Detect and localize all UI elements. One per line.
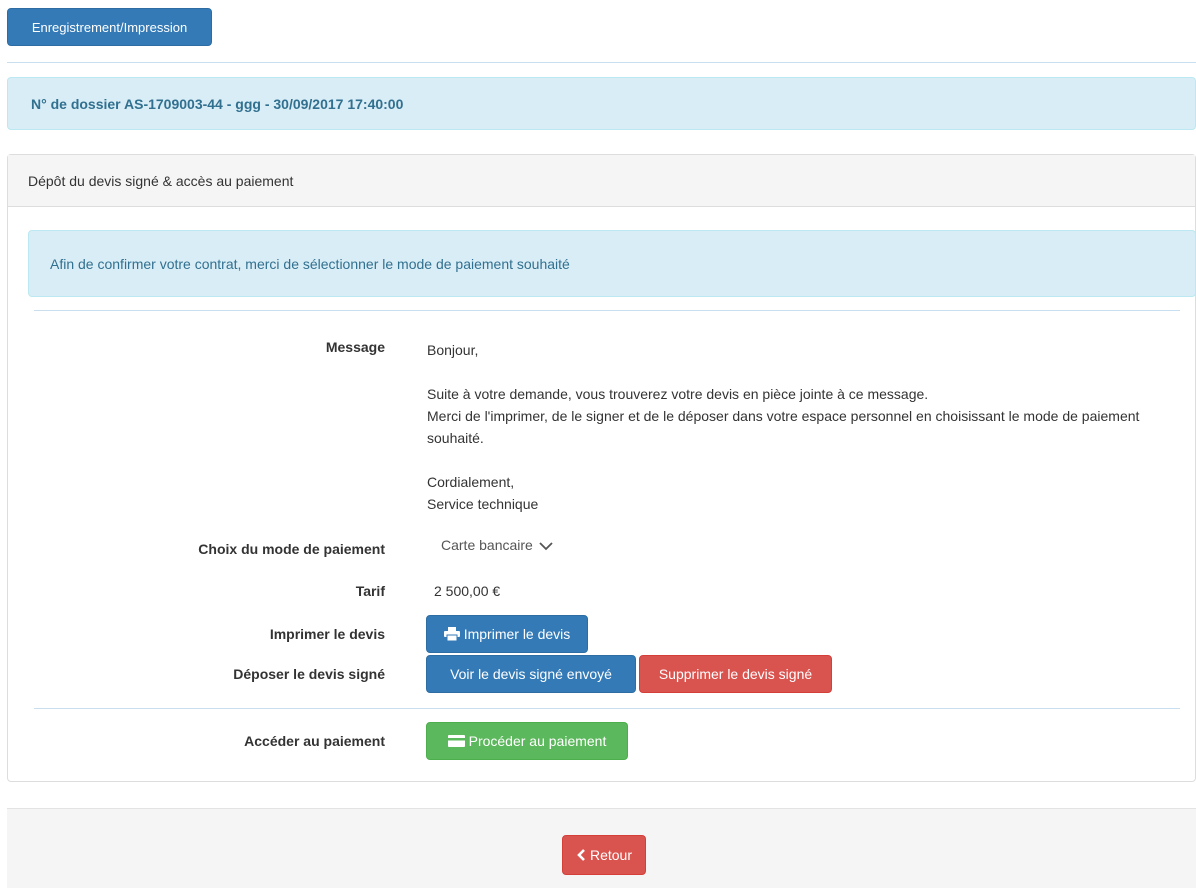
payment-panel: Dépôt du devis signé & accès au paiement… bbox=[7, 154, 1196, 782]
message-line: Merci de l'imprimer, de le signer et de … bbox=[427, 408, 1140, 446]
message-closing: Cordialement, bbox=[427, 474, 515, 490]
message-greeting: Bonjour, bbox=[427, 342, 479, 358]
dossier-title: N° de dossier AS-1709003-44 - ggg - 30/0… bbox=[31, 95, 404, 112]
chevron-down-icon bbox=[539, 541, 553, 550]
print-quote-button[interactable]: Imprimer le devis bbox=[426, 615, 588, 653]
info-alert: Afin de confirmer votre contrat, merci d… bbox=[28, 230, 1196, 297]
top-divider bbox=[7, 62, 1196, 63]
proceed-payment-button-label: Procéder au paiement bbox=[468, 733, 607, 749]
view-signed-quote-button[interactable]: Voir le devis signé envoyé bbox=[426, 655, 636, 693]
delete-signed-quote-button[interactable]: Supprimer le devis signé bbox=[639, 655, 832, 693]
credit-card-icon bbox=[447, 735, 465, 747]
print-icon bbox=[443, 627, 460, 641]
info-alert-text: Afin de confirmer votre contrat, merci d… bbox=[50, 255, 570, 272]
back-button-label: Retour bbox=[589, 847, 633, 863]
back-button[interactable]: Retour bbox=[562, 835, 646, 875]
payment-mode-select[interactable]: Carte bancaire bbox=[441, 537, 553, 553]
payment-mode-value: Carte bancaire bbox=[441, 537, 533, 553]
message-body: Bonjour, Suite à votre demande, vous tro… bbox=[427, 339, 1187, 515]
section-divider bbox=[34, 708, 1180, 709]
price-label: Tarif bbox=[355, 583, 385, 599]
section-divider bbox=[34, 310, 1180, 311]
payment-access-label: Accéder au paiement bbox=[244, 733, 385, 749]
price-value: 2 500,00 € bbox=[434, 583, 501, 599]
panel-title: Dépôt du devis signé & accès au paiement bbox=[28, 172, 294, 189]
message-label: Message bbox=[325, 339, 385, 355]
footer-bar: Retour bbox=[7, 808, 1196, 888]
upload-label: Déposer le devis signé bbox=[233, 666, 385, 682]
message-line: Suite à votre demande, vous trouverez vo… bbox=[427, 386, 929, 402]
dossier-banner: N° de dossier AS-1709003-44 - ggg - 30/0… bbox=[7, 77, 1196, 130]
print-label: Imprimer le devis bbox=[269, 626, 385, 642]
proceed-payment-button[interactable]: Procéder au paiement bbox=[426, 722, 628, 760]
save-print-button[interactable]: Enregistrement/Impression bbox=[7, 8, 212, 46]
panel-heading: Dépôt du devis signé & accès au paiement bbox=[8, 155, 1195, 207]
message-signature: Service technique bbox=[427, 496, 539, 512]
chevron-left-icon bbox=[577, 849, 585, 861]
payment-mode-label: Choix du mode de paiement bbox=[198, 541, 385, 557]
print-quote-button-label: Imprimer le devis bbox=[463, 626, 571, 642]
